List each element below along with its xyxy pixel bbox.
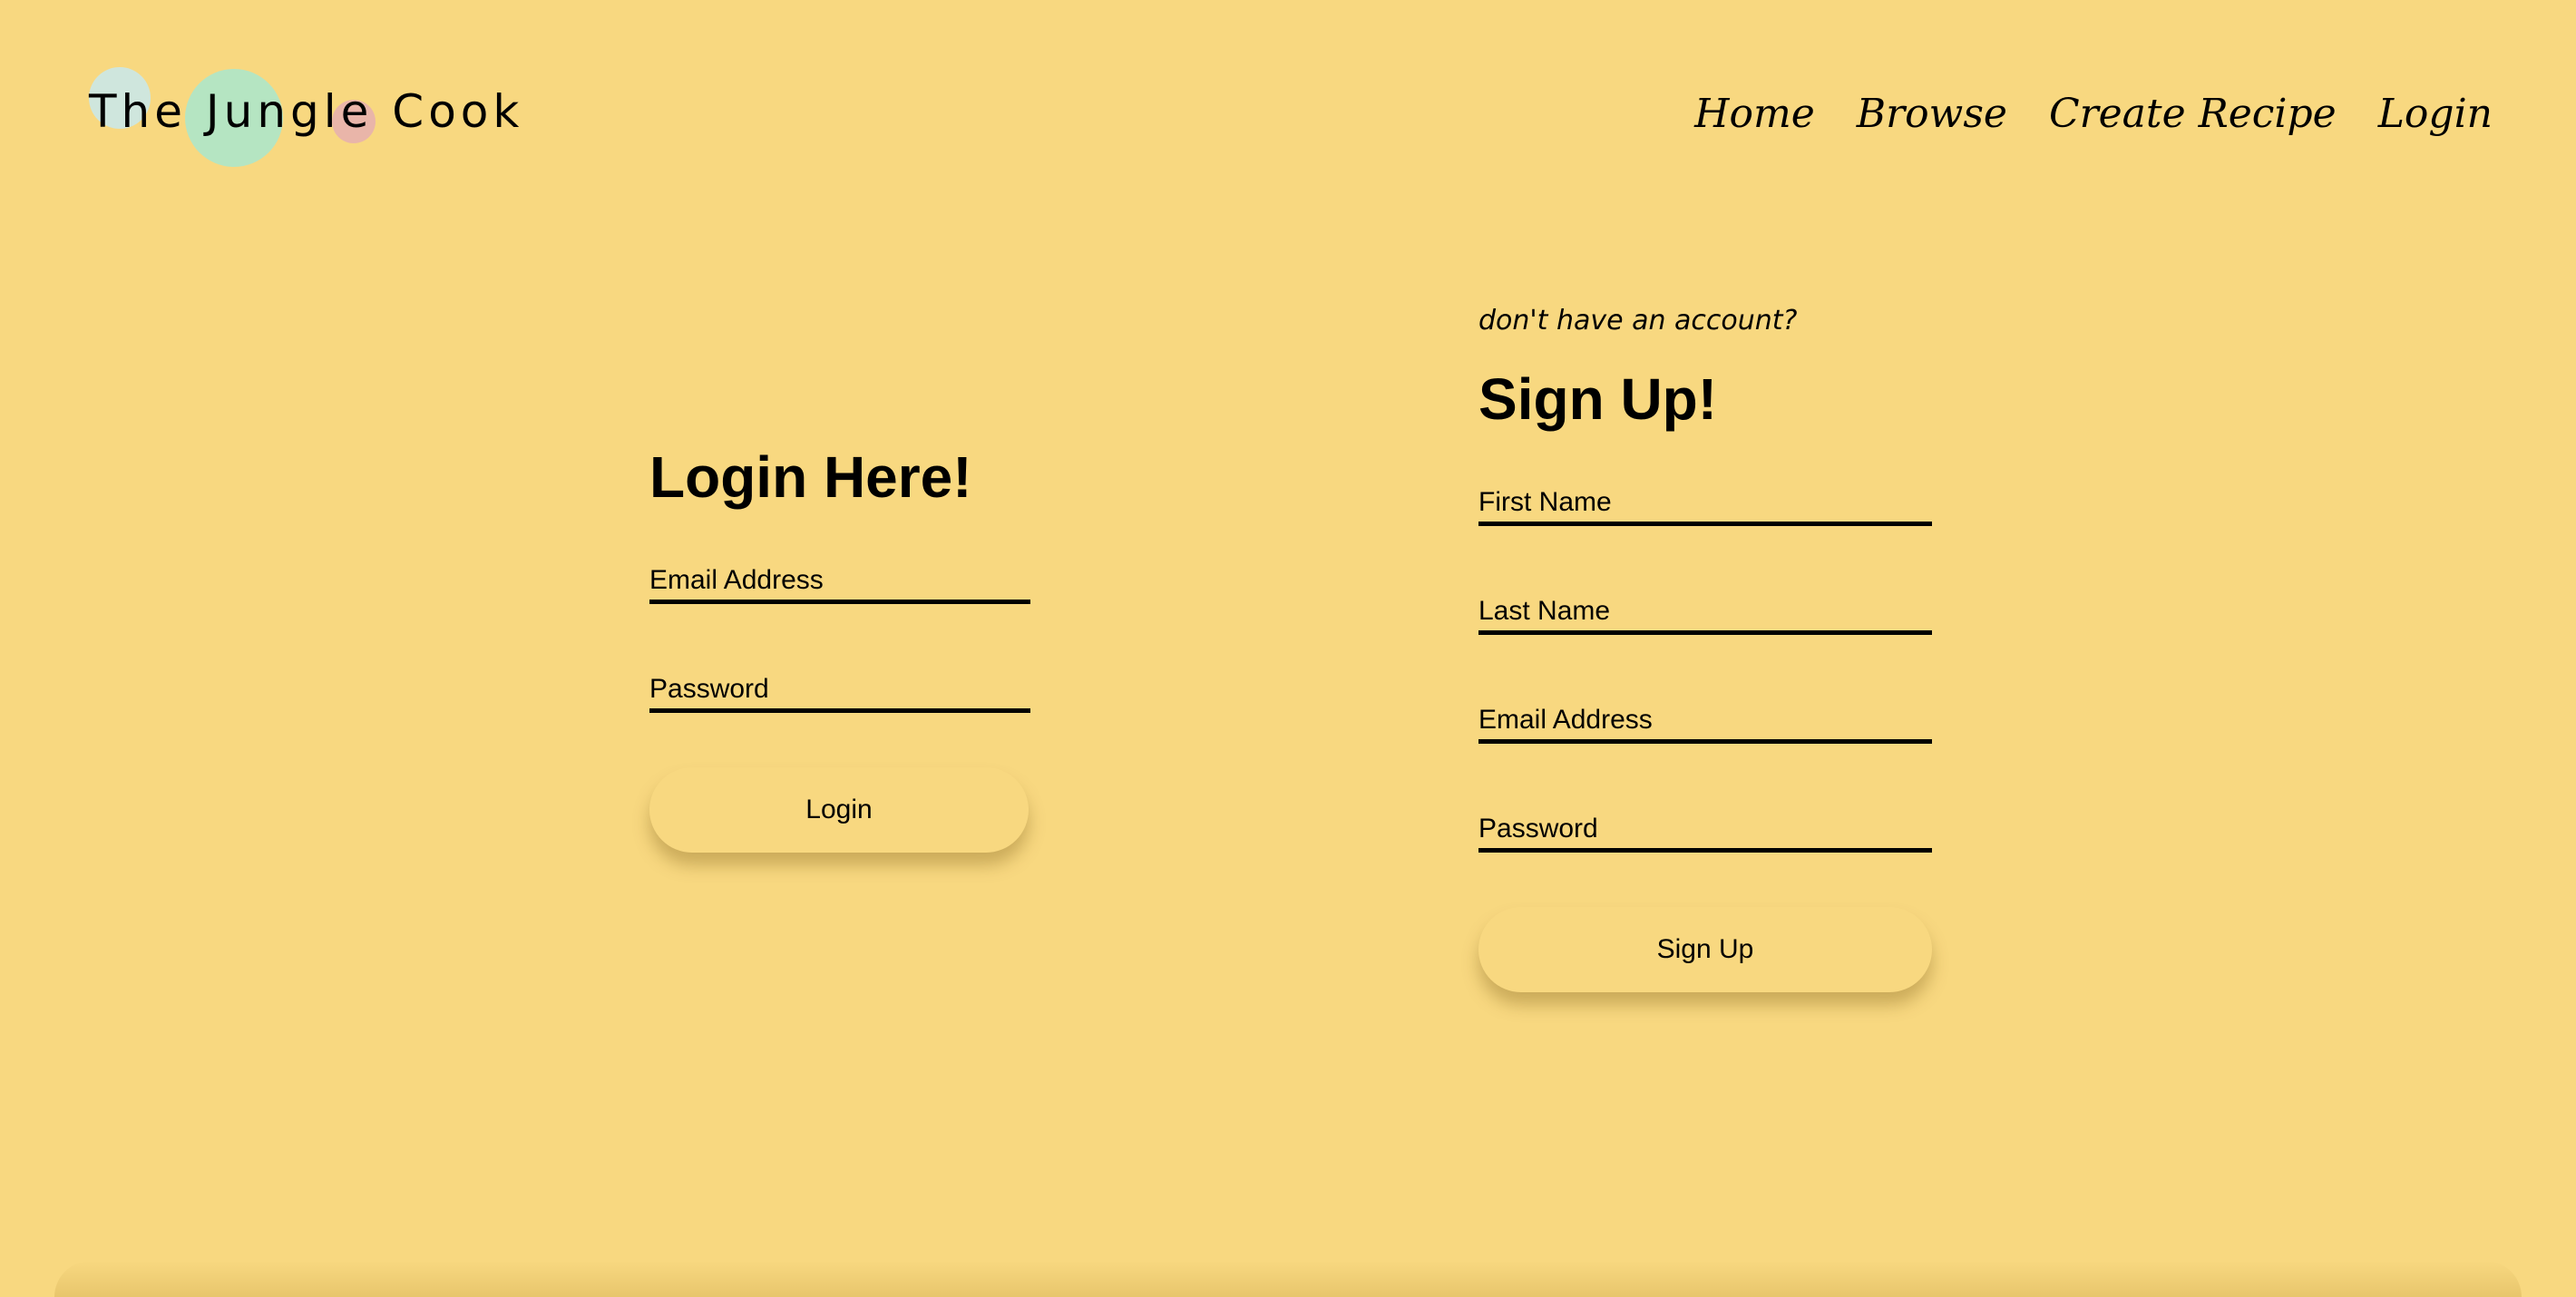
login-password-field[interactable] [649,658,1030,713]
login-form: Login Here! Login [649,444,1030,853]
signup-password-field[interactable] [1478,798,1932,853]
signup-prompt: don't have an account? [1478,305,1798,336]
signup-last-name-field[interactable] [1478,580,1932,635]
login-heading: Login Here! [649,444,972,510]
signup-email-field[interactable] [1478,689,1932,744]
login-button[interactable]: Login [649,767,1029,853]
signup-heading: Sign Up! [1478,366,1718,432]
signup-form: don't have an account? Sign Up! Sign Up [1478,301,1932,992]
footer-shadow [54,1261,2522,1297]
nav-link-create-recipe[interactable]: Create Recipe [2049,91,2337,137]
logo-text: The Jungle Cook [89,85,524,138]
signup-button[interactable]: Sign Up [1478,907,1932,992]
main-nav: Home Browse Create Recipe Login [1694,91,2493,137]
login-email-field[interactable] [649,550,1030,604]
signup-first-name-field[interactable] [1478,472,1932,526]
page: The Jungle Cook Home Browse Create Recip… [0,0,2576,1297]
nav-link-home[interactable]: Home [1694,91,1815,137]
site-logo[interactable]: The Jungle Cook [89,63,524,172]
nav-link-browse[interactable]: Browse [1857,91,2007,137]
nav-link-login[interactable]: Login [2378,91,2493,137]
